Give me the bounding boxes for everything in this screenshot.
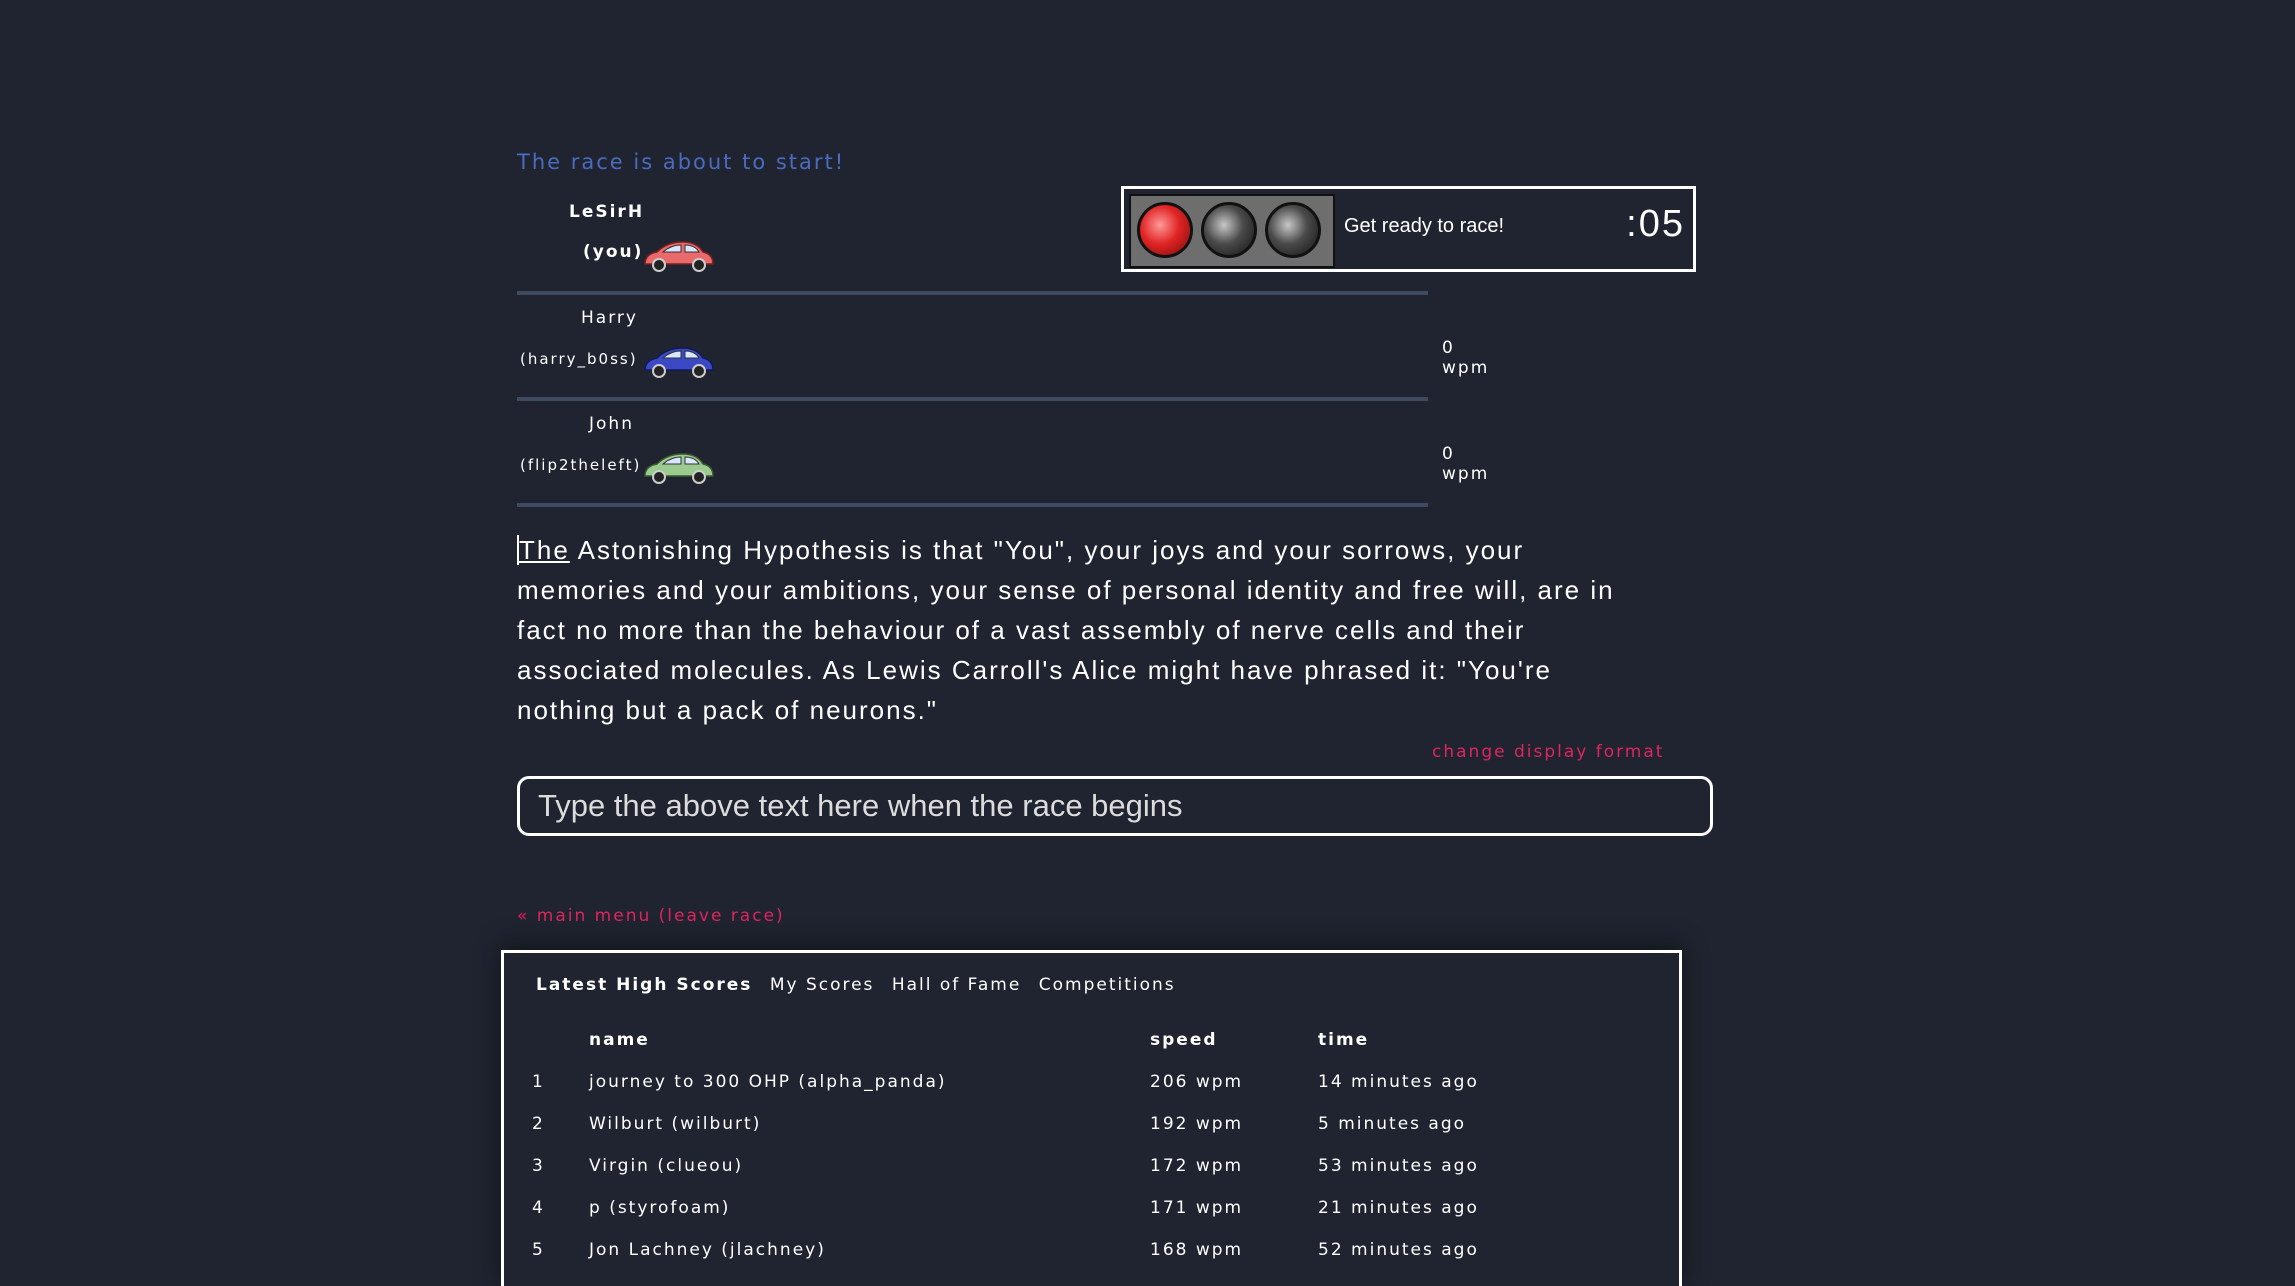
rank-cell: 1 [532,1072,545,1092]
racer-handle: (harry_b0ss) [520,350,638,368]
tab-latest-high-scores[interactable]: Latest High Scores [536,975,752,995]
race-status: The race is about to start! [517,150,846,174]
car-icon [644,241,714,272]
traffic-light [1129,194,1335,268]
time-cell: 14 minutes ago [1318,1072,1479,1092]
race-page: The race is about to start! LeSirH (you)… [0,0,2295,1286]
column-header-speed: speed [1150,1030,1218,1050]
time-cell: 52 minutes ago [1318,1240,1479,1260]
red-light-icon [1137,202,1193,258]
traffic-light-panel: Get ready to race! :05 [1121,186,1696,272]
passage-text: Astonishing Hypothesis is that "You", yo… [517,535,1615,725]
name-cell[interactable]: Virgin (clueou) [589,1156,743,1176]
speed-cell: 172 wpm [1150,1156,1244,1176]
time-cell: 5 minutes ago [1318,1114,1467,1134]
racer-handle: (you) [583,242,644,262]
table-row: 5 Jon Lachney (jlachney) 168 wpm 52 minu… [504,1240,1679,1282]
scores-panel: Latest High Scores My Scores Hall of Fam… [501,950,1682,1286]
time-cell: 21 minutes ago [1318,1198,1479,1218]
rank-cell: 4 [532,1198,545,1218]
name-cell[interactable]: Jon Lachney (jlachney) [589,1240,826,1260]
name-cell[interactable]: Wilburt (wilburt) [589,1114,761,1134]
table-row: 2 Wilburt (wilburt) 192 wpm 5 minutes ag… [504,1114,1679,1156]
main-menu-link[interactable]: « main menu (leave race) [517,906,785,926]
typing-input[interactable] [517,776,1713,836]
racer-name: John [589,414,634,434]
speed-cell: 171 wpm [1150,1198,1244,1218]
tab-my-scores[interactable]: My Scores [770,975,875,995]
current-word: The [517,535,570,565]
table-row: 3 Virgin (clueou) 172 wpm 53 minutes ago [504,1156,1679,1198]
scores-tabs: Latest High Scores My Scores Hall of Fam… [536,975,1186,995]
column-header-time: time [1318,1030,1370,1050]
light-message: Get ready to race! [1344,215,1505,237]
racer-name: LeSirH [569,202,645,222]
car-icon [644,347,714,378]
race-passage: The Astonishing Hypothesis is that "You"… [517,530,1637,730]
tab-competitions[interactable]: Competitions [1039,975,1176,995]
speed-cell: 168 wpm [1150,1240,1244,1260]
light-off-icon [1265,202,1321,258]
tab-hall-of-fame[interactable]: Hall of Fame [892,975,1022,995]
speed-cell: 206 wpm [1150,1072,1244,1092]
column-header-name: name [589,1030,650,1050]
name-cell[interactable]: p (styrofoam) [589,1198,730,1218]
rank-cell: 3 [532,1156,545,1176]
time-cell: 53 minutes ago [1318,1156,1479,1176]
table-row: 1 journey to 300 OHP (alpha_panda) 206 w… [504,1072,1679,1114]
racer-lane: John (flip2theleft) 0 wpm [517,400,1487,507]
rank-cell: 2 [532,1114,545,1134]
rank-cell: 5 [532,1240,545,1260]
light-off-icon [1201,202,1257,258]
speed-cell: 192 wpm [1150,1114,1244,1134]
racer-lane: Harry (harry_b0ss) 0 wpm [517,294,1487,401]
racer-wpm: 0 wpm [1442,338,1490,378]
racer-handle: (flip2theleft) [520,456,642,474]
table-row: 4 p (styrofoam) 171 wpm 21 minutes ago [504,1198,1679,1240]
racer-wpm: 0 wpm [1442,444,1490,484]
racer-name: Harry [581,308,638,328]
name-cell[interactable]: journey to 300 OHP (alpha_panda) [589,1072,947,1092]
change-display-format-link[interactable]: change display format [1432,742,1664,762]
car-icon [644,453,714,484]
countdown-timer: :05 [1626,203,1685,245]
